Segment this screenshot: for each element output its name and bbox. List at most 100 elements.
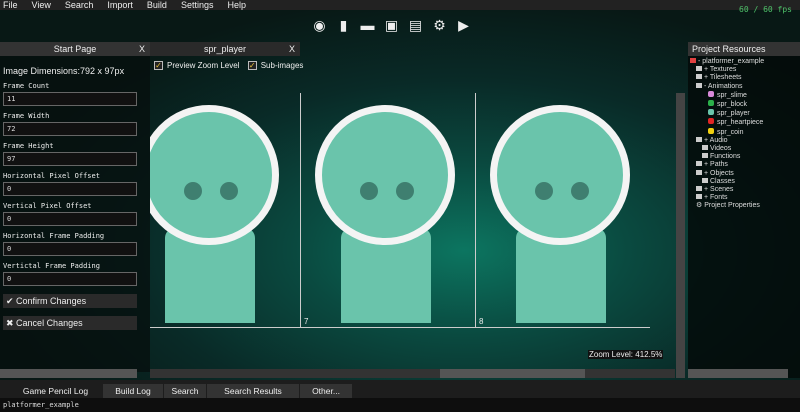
tab-search-results[interactable]: Search Results xyxy=(207,384,299,398)
confirm-changes-button[interactable]: ✔ Confirm Changes xyxy=(3,294,137,308)
tree-item-label: Project Properties xyxy=(704,202,760,210)
tree-item-label: + Scenes xyxy=(704,186,734,194)
sprite-eye xyxy=(360,182,378,200)
field-label: Frame Count xyxy=(3,82,50,90)
field-input[interactable]: 0 xyxy=(3,182,137,196)
book-icon[interactable]: ▤ xyxy=(408,18,423,33)
menu-search[interactable]: Search xyxy=(65,0,94,10)
field-input[interactable]: 0 xyxy=(3,242,137,256)
sprite-head xyxy=(315,105,455,245)
field-input[interactable]: 72 xyxy=(3,122,137,136)
field-input[interactable]: 0 xyxy=(3,272,137,286)
tab-search[interactable]: Search xyxy=(164,384,206,398)
save-icon[interactable]: ▣ xyxy=(384,18,399,33)
log-output: platformer_example xyxy=(0,398,800,412)
tree-item[interactable]: spr_heartpiece xyxy=(688,118,800,127)
open-folder-icon[interactable]: ▬ xyxy=(360,18,375,33)
checkmark-icon: ✓ xyxy=(154,61,163,71)
canvas-horizontal-scrollbar[interactable] xyxy=(150,369,675,378)
sprite-settings-panel: Start Page X Image Dimensions:792 x 97px … xyxy=(0,42,150,372)
tree-item[interactable]: Functions xyxy=(688,153,800,161)
tree-item-label: spr_block xyxy=(717,101,747,109)
tree-item-label: spr_player xyxy=(717,110,750,118)
tab-spr-player[interactable]: spr_player X xyxy=(150,42,300,56)
tab-other[interactable]: Other... xyxy=(300,384,352,398)
folder-icon xyxy=(696,186,702,192)
sprite-preview-canvas[interactable]: 789 xyxy=(150,93,650,328)
sprite-eye xyxy=(396,182,414,200)
sprite-frame[interactable]: 8 xyxy=(475,93,650,327)
bottom-tab-bar: Game Pencil Log Build Log Search Search … xyxy=(0,380,800,398)
tree-item[interactable]: + Tilesheets xyxy=(688,74,800,82)
fps-counter: 60 / 60 fps xyxy=(739,5,792,14)
tab-label: spr_player xyxy=(203,44,247,54)
tree-item[interactable]: + Paths xyxy=(688,161,800,169)
menu-file[interactable]: File xyxy=(3,0,18,10)
scrollbar-thumb[interactable] xyxy=(440,369,585,378)
field-input[interactable]: 0 xyxy=(3,212,137,226)
menu-build[interactable]: Build xyxy=(147,0,167,10)
tree-item[interactable]: Videos xyxy=(688,145,800,153)
play-icon[interactable]: ▶ xyxy=(456,18,471,33)
menu-settings[interactable]: Settings xyxy=(181,0,214,10)
menu-view[interactable]: View xyxy=(32,0,51,10)
field-label: Horizontal Pixel Offset xyxy=(3,172,100,180)
folder-icon xyxy=(696,169,702,175)
tab-start-page[interactable]: Start Page X xyxy=(0,42,150,56)
toolbar: ◉ ▮ ▬ ▣ ▤ ⚙ ▶ xyxy=(312,18,471,33)
field-label: Frame Width xyxy=(3,112,50,120)
sprite-frame[interactable] xyxy=(150,93,300,327)
folder-icon xyxy=(702,153,708,159)
tree-item[interactable]: + Scenes xyxy=(688,186,800,194)
tree-item[interactable]: - platformer_example xyxy=(688,58,800,66)
tree-item[interactable]: Classes xyxy=(688,177,800,186)
canvas-vertical-scrollbar[interactable] xyxy=(676,93,685,378)
preview-zoom-checkbox[interactable]: ✓ Preview Zoom Level xyxy=(154,61,239,71)
sprite-frame[interactable]: 7 xyxy=(300,93,475,327)
panel-title: Project Resources xyxy=(688,42,800,56)
right-horizontal-scrollbar[interactable] xyxy=(688,369,788,378)
tree-item-label: + Paths xyxy=(704,161,728,169)
tree-item[interactable]: + Objects xyxy=(688,169,800,178)
close-tab-button[interactable]: X xyxy=(139,42,145,56)
folder-icon xyxy=(696,194,702,200)
tab-game-pencil-log[interactable]: Game Pencil Log xyxy=(8,384,103,398)
tree-item-label: + Fonts xyxy=(704,194,728,202)
sprite-thumbnail-icon xyxy=(708,90,714,97)
left-horizontal-scrollbar[interactable] xyxy=(0,369,137,378)
tree-item[interactable]: spr_slime xyxy=(688,90,800,100)
tree-item[interactable]: ⚙ Project Properties xyxy=(688,202,800,210)
tree-item[interactable]: spr_block xyxy=(688,100,800,109)
tree-item[interactable]: - Animations xyxy=(688,82,800,91)
tree-item-label: - platformer_example xyxy=(698,58,765,65)
cancel-changes-button[interactable]: ✖ Cancel Changes xyxy=(3,316,137,330)
sprite-eye xyxy=(184,182,202,200)
tab-build-log[interactable]: Build Log xyxy=(103,384,163,398)
tree-item[interactable]: + Textures xyxy=(688,66,800,74)
gear-icon[interactable]: ⚙ xyxy=(432,18,447,33)
folder-icon xyxy=(696,66,702,72)
field-label: Horizontal Frame Padding xyxy=(3,232,105,240)
close-tab-button[interactable]: X xyxy=(289,42,295,56)
tree-item-label: Videos xyxy=(710,145,732,153)
new-file-icon[interactable]: ▮ xyxy=(336,18,351,33)
x-icon: ✖ xyxy=(6,318,17,328)
checkmark-icon: ✓ xyxy=(247,61,257,71)
tree-item-label: + Objects xyxy=(704,169,734,177)
sub-images-checkbox[interactable]: ✓ Sub-images xyxy=(247,61,303,71)
menu-bar: File View Search Import Build Settings H… xyxy=(0,0,800,10)
tree-item[interactable]: + Audio xyxy=(688,136,800,145)
binoculars-icon[interactable]: ◉ xyxy=(312,18,327,33)
field-input[interactable]: 11 xyxy=(3,92,137,106)
image-dimensions: Image Dimensions:792 x 97px xyxy=(3,66,125,76)
tree-item[interactable]: spr_coin xyxy=(688,127,800,137)
field-input[interactable]: 97 xyxy=(3,152,137,166)
menu-import[interactable]: Import xyxy=(107,0,133,10)
zoom-level: Zoom Level: 412.5% xyxy=(588,350,664,359)
field-label: Vertictal Frame Padding xyxy=(3,262,100,270)
menu-help[interactable]: Help xyxy=(227,0,246,10)
tree-item[interactable]: spr_player xyxy=(688,109,800,118)
sprite-eye xyxy=(535,182,553,200)
tree-item-label: + Textures xyxy=(704,66,737,74)
sprite-eye xyxy=(571,182,589,200)
